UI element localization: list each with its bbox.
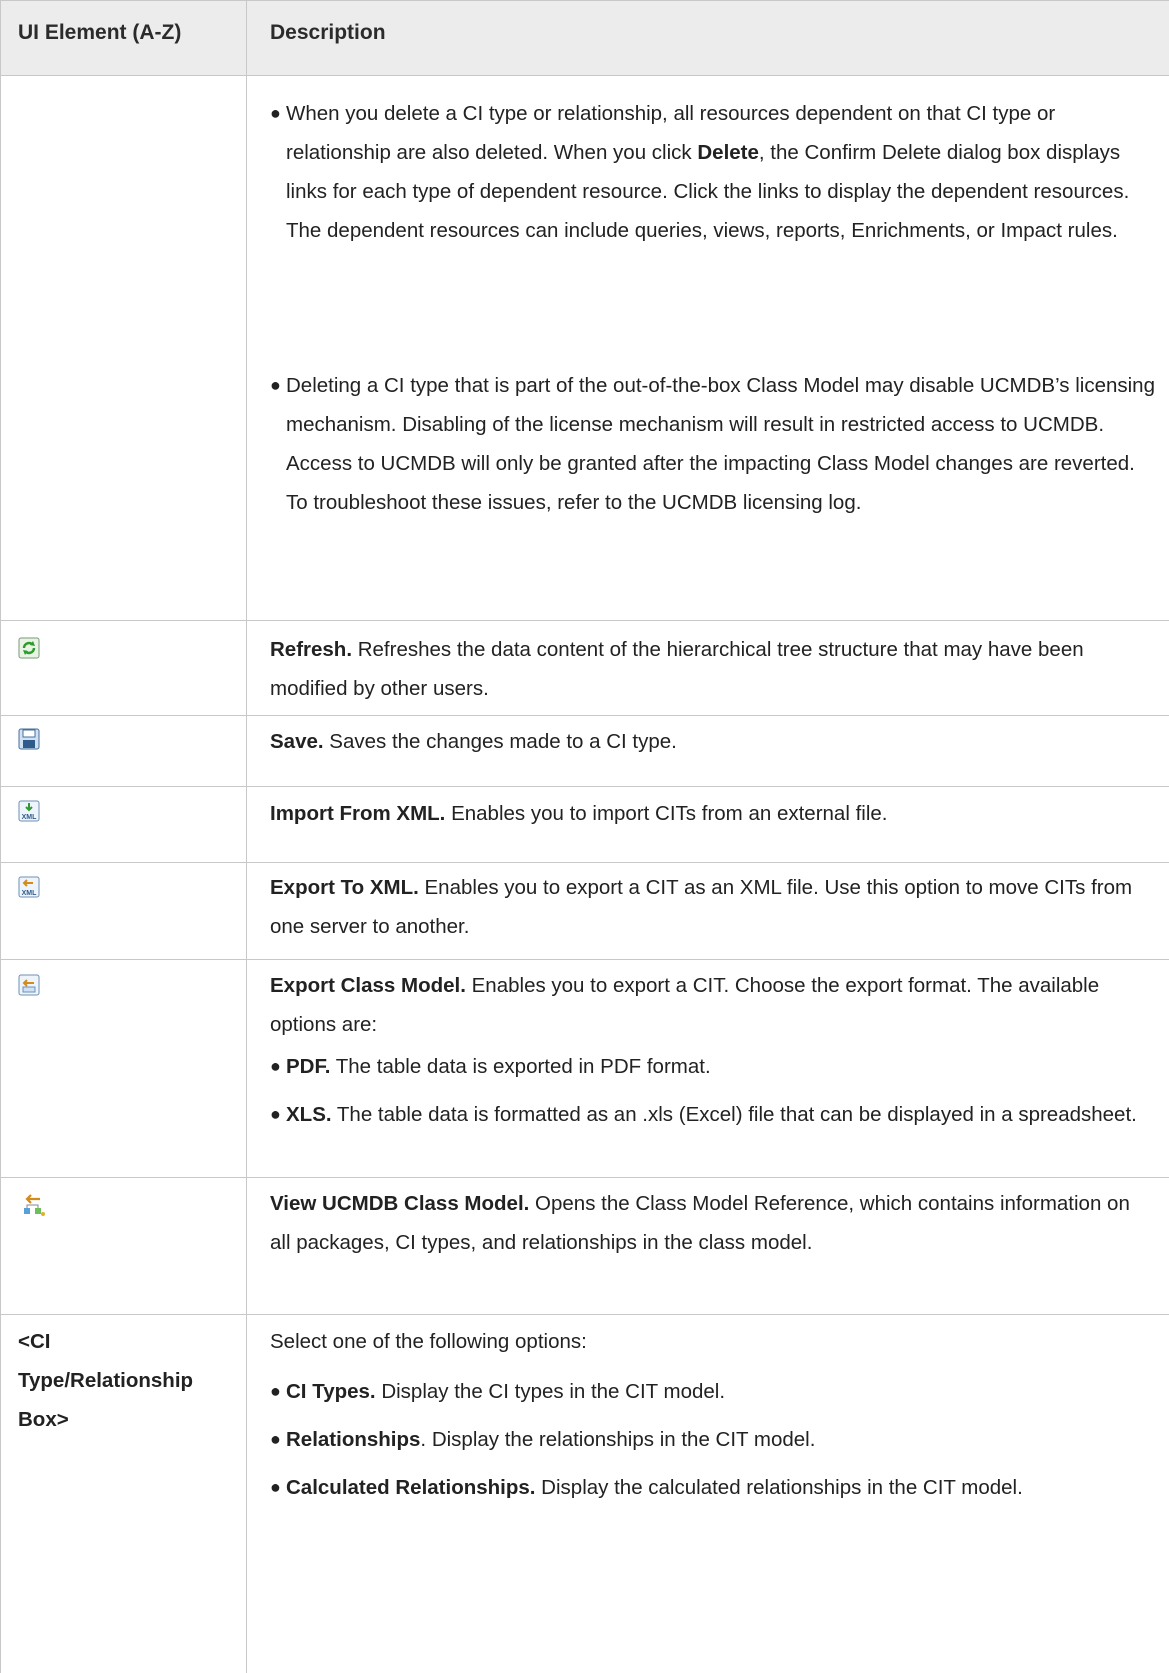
- refresh-description: Refresh. Refreshes the data content of t…: [270, 630, 1150, 708]
- ci-types-text: Display the CI types in the CIT model.: [375, 1380, 726, 1403]
- ci-type-relationship-box-label: <CI Type/Relationship Box>: [18, 1322, 238, 1439]
- row-divider: [0, 959, 1169, 960]
- import-xml-icon[interactable]: XML: [18, 800, 40, 822]
- relationships-option: Relationships. Display the relationships…: [286, 1420, 1156, 1459]
- label-line: <CI: [18, 1330, 51, 1353]
- header-ui-element: UI Element (A-Z): [18, 21, 182, 44]
- refresh-text: Refreshes the data content of the hierar…: [270, 638, 1084, 700]
- svg-text:XML: XML: [22, 814, 38, 821]
- refresh-icon[interactable]: [18, 637, 40, 659]
- table-left-border: [0, 0, 1, 1673]
- view-class-model-description: View UCMDB Class Model. Opens the Class …: [270, 1184, 1150, 1262]
- export-class-model-description: Export Class Model. Enables you to expor…: [270, 966, 1150, 1044]
- row-divider: [0, 786, 1169, 787]
- xls-option: XLS. The table data is formatted as an .…: [286, 1095, 1156, 1134]
- xls-option-text: The table data is formatted as an .xls (…: [331, 1103, 1137, 1126]
- table-header-row: UI Element (A-Z) Description: [0, 0, 1169, 76]
- import-xml-text: Enables you to import CITs from an exter…: [445, 802, 888, 825]
- svg-text:XML: XML: [22, 890, 38, 897]
- ci-type-box-description: Select one of the following options:: [270, 1330, 587, 1353]
- view-class-model-icon[interactable]: [18, 1190, 48, 1220]
- delete-note-bold: Delete: [697, 141, 759, 164]
- refresh-title: Refresh.: [270, 638, 353, 661]
- save-icon[interactable]: [18, 728, 40, 750]
- export-class-model-icon[interactable]: [18, 974, 40, 996]
- save-title: Save.: [270, 730, 324, 753]
- column-divider: [246, 0, 247, 1673]
- ci-types-title: CI Types.: [286, 1380, 376, 1403]
- pdf-option: PDF. The table data is exported in PDF f…: [286, 1047, 1156, 1086]
- row-divider: [0, 1177, 1169, 1178]
- label-line: Type/Relationship: [18, 1369, 194, 1392]
- calculated-relationships-option: Calculated Relationships. Display the ca…: [286, 1468, 1156, 1507]
- pdf-option-text: The table data is exported in PDF format…: [330, 1055, 711, 1078]
- export-xml-description: Export To XML. Enables you to export a C…: [270, 868, 1150, 946]
- export-xml-icon[interactable]: XML: [18, 876, 40, 898]
- xls-option-title: XLS.: [286, 1103, 332, 1126]
- header-description: Description: [270, 21, 386, 44]
- licensing-note-text: Deleting a CI type that is part of the o…: [286, 374, 1155, 514]
- row-divider: [0, 1314, 1169, 1315]
- save-description: Save. Saves the changes made to a CI typ…: [270, 722, 1150, 761]
- relationships-title: Relationships: [286, 1428, 421, 1451]
- import-xml-description: Import From XML. Enables you to import C…: [270, 794, 1150, 833]
- view-class-model-title: View UCMDB Class Model.: [270, 1192, 530, 1215]
- row-divider: [0, 715, 1169, 716]
- calculated-relationships-title: Calculated Relationships.: [286, 1476, 536, 1499]
- relationships-text: . Display the relationships in the CIT m…: [420, 1428, 816, 1451]
- export-class-model-title: Export Class Model.: [270, 974, 466, 997]
- export-xml-title: Export To XML.: [270, 876, 419, 899]
- pdf-option-title: PDF.: [286, 1055, 331, 1078]
- ci-types-option: CI Types. Display the CI types in the CI…: [286, 1372, 1156, 1411]
- delete-note-text: When you delete a CI type or relationshi…: [286, 94, 1156, 250]
- import-xml-title: Import From XML.: [270, 802, 446, 825]
- save-text: Saves the changes made to a CI type.: [323, 730, 677, 753]
- label-line: Box>: [18, 1408, 69, 1431]
- row-divider: [0, 620, 1169, 621]
- calculated-relationships-text: Display the calculated relationships in …: [535, 1476, 1023, 1499]
- row-divider: [0, 862, 1169, 863]
